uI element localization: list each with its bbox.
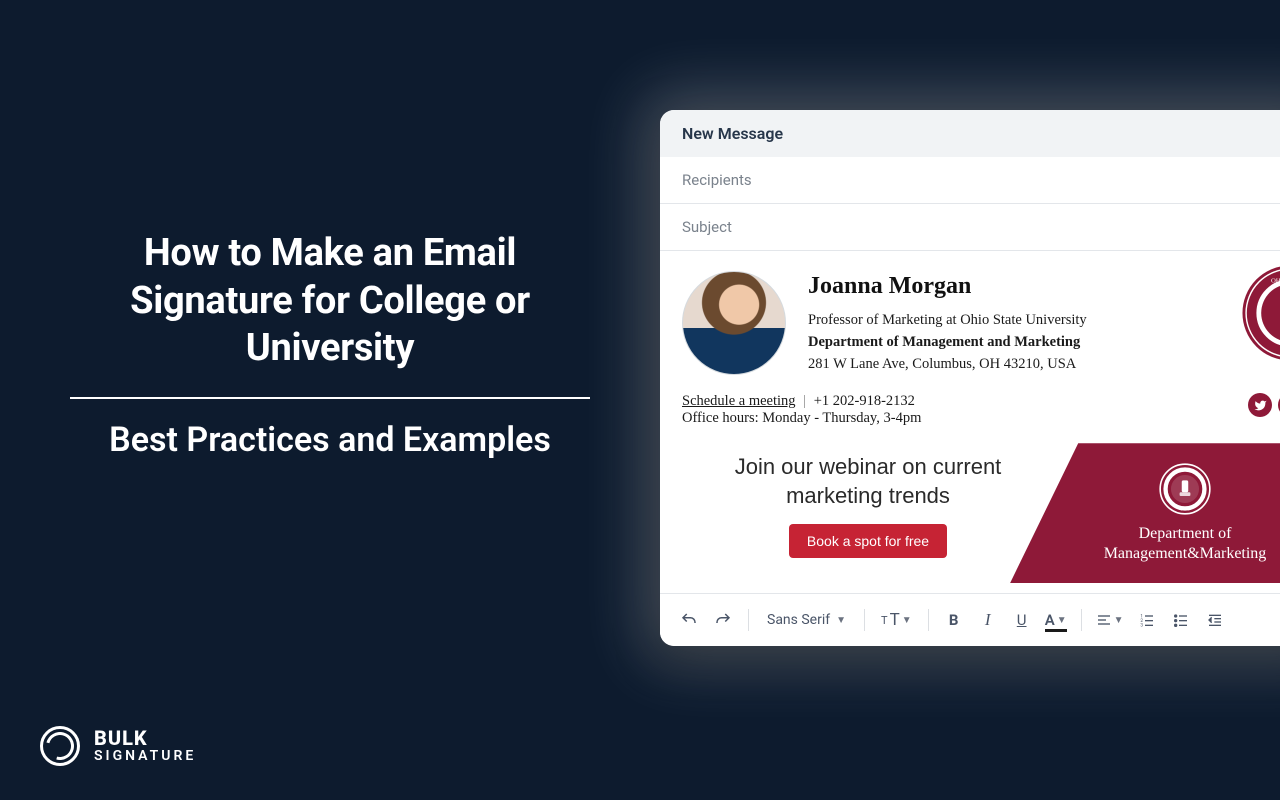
font-size-button[interactable]: TT ▼ bbox=[875, 604, 918, 636]
toolbar-separator bbox=[928, 609, 929, 631]
chevron-down-icon: ▼ bbox=[836, 615, 846, 626]
banner-dept-line2: Management&Marketing bbox=[1104, 544, 1267, 564]
recipients-field[interactable]: Recipients bbox=[660, 157, 1280, 204]
brand-icon bbox=[40, 726, 80, 766]
undo-button[interactable] bbox=[674, 604, 704, 636]
office-hours: Office hours: Monday - Thursday, 3-4pm bbox=[682, 410, 921, 427]
avatar bbox=[682, 271, 786, 375]
signature-address: 281 W Lane Ave, Columbus, OH 43210, USA bbox=[808, 354, 1280, 376]
chevron-down-icon: ▼ bbox=[902, 615, 912, 626]
signature-title: Professor of Marketing at Ohio State Uni… bbox=[808, 310, 1280, 332]
compose-title: New Message bbox=[660, 110, 1280, 157]
hero-divider bbox=[70, 397, 590, 399]
italic-button[interactable]: I bbox=[973, 604, 1003, 636]
brand-name-line1: BULK bbox=[94, 728, 196, 749]
twitter-icon[interactable] bbox=[1248, 393, 1272, 417]
toolbar-separator bbox=[864, 609, 865, 631]
align-button[interactable]: ▼ bbox=[1092, 604, 1128, 636]
toolbar-separator bbox=[748, 609, 749, 631]
svg-text:3: 3 bbox=[1140, 623, 1143, 628]
banner-seal-icon: 1870 bbox=[1158, 462, 1212, 516]
bold-button[interactable]: B bbox=[939, 604, 969, 636]
university-seal-icon: OHIO STATE 1870 bbox=[1242, 265, 1280, 361]
brand-logo: BULK SIGNATURE bbox=[40, 726, 196, 766]
subject-field[interactable]: Subject bbox=[660, 204, 1280, 251]
hero-text-block: How to Make an Email Signature for Colle… bbox=[60, 230, 600, 461]
svg-text:OHIO STATE: OHIO STATE bbox=[1271, 277, 1280, 284]
signature-area: Joanna Morgan Professor of Marketing at … bbox=[660, 251, 1280, 583]
brand-name-line2: SIGNATURE bbox=[94, 749, 196, 764]
contact-separator: | bbox=[803, 393, 806, 409]
redo-button[interactable] bbox=[708, 604, 738, 636]
book-spot-button[interactable]: Book a spot for free bbox=[789, 524, 947, 558]
underline-button[interactable]: U bbox=[1007, 604, 1037, 636]
social-icons bbox=[1248, 393, 1280, 417]
font-family-select[interactable]: Sans Serif ▼ bbox=[759, 612, 854, 628]
signature-department: Department of Management and Marketing bbox=[808, 332, 1280, 354]
indent-decrease-button[interactable] bbox=[1200, 604, 1230, 636]
banner-title: Join our webinar on current marketing tr… bbox=[688, 453, 1048, 510]
webinar-banner: Join our webinar on current marketing tr… bbox=[660, 443, 1280, 583]
bullet-list-button[interactable] bbox=[1166, 604, 1196, 636]
compose-window: New Message Recipients Subject Joanna Mo… bbox=[660, 110, 1280, 646]
formatting-toolbar: Sans Serif ▼ TT ▼ B I U A ▼ ▼ 123 bbox=[660, 593, 1280, 646]
schedule-meeting-link[interactable]: Schedule a meeting bbox=[682, 393, 796, 409]
numbered-list-button[interactable]: 123 bbox=[1132, 604, 1162, 636]
hero-subheadline: Best Practices and Examples bbox=[60, 419, 600, 462]
svg-text:1870: 1870 bbox=[1180, 508, 1190, 513]
phone-number: +1 202-918-2132 bbox=[814, 393, 915, 409]
signature-name: Joanna Morgan bbox=[808, 273, 1280, 300]
toolbar-separator bbox=[1081, 609, 1082, 631]
text-color-button[interactable]: A ▼ bbox=[1041, 604, 1071, 636]
banner-dept-line1: Department of bbox=[1104, 524, 1267, 544]
contact-info: Schedule a meeting | +1 202-918-2132 Off… bbox=[682, 393, 921, 427]
hero-headline: How to Make an Email Signature for Colle… bbox=[60, 230, 600, 373]
